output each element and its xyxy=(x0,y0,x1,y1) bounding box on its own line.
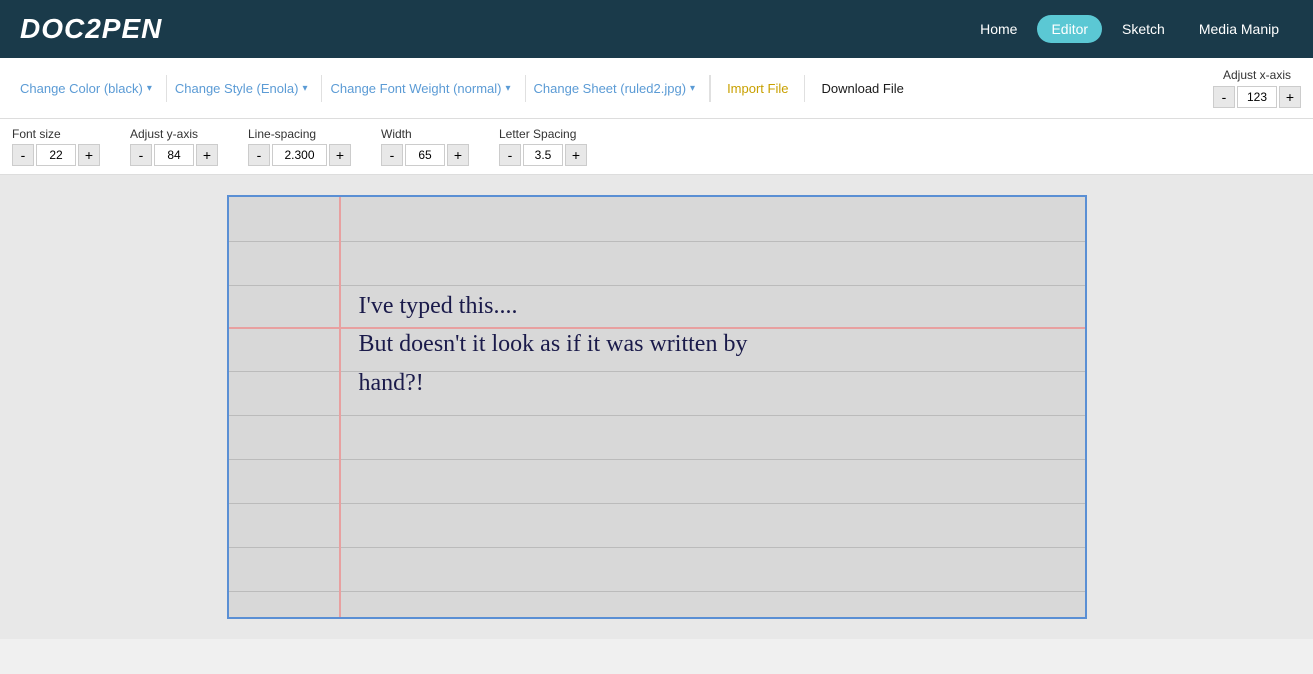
ruled-line-8 xyxy=(229,591,1085,592)
ruled-line-7 xyxy=(229,547,1085,548)
letter-spacing-stepper: - + xyxy=(499,144,587,166)
width-input[interactable] xyxy=(405,144,445,166)
ruled-line-2 xyxy=(229,285,1085,286)
font-size-plus-button[interactable]: + xyxy=(78,144,100,166)
line-spacing-stepper: - + xyxy=(248,144,351,166)
y-axis-label: Adjust y-axis xyxy=(130,127,198,141)
download-file-button[interactable]: Download File xyxy=(804,75,919,102)
nav-home[interactable]: Home xyxy=(966,15,1031,43)
ruled-line-4 xyxy=(229,415,1085,416)
letter-spacing-plus-button[interactable]: + xyxy=(565,144,587,166)
font-size-minus-button[interactable]: - xyxy=(12,144,34,166)
x-axis-stepper: - + xyxy=(1213,86,1301,108)
width-plus-button[interactable]: + xyxy=(447,144,469,166)
adjust-x-axis-group: Adjust x-axis - + xyxy=(1213,68,1301,108)
y-axis-minus-button[interactable]: - xyxy=(130,144,152,166)
nav-sketch[interactable]: Sketch xyxy=(1108,15,1179,43)
document-frame: I've typed this.... But doesn't it look … xyxy=(227,195,1087,619)
line-spacing-minus-button[interactable]: - xyxy=(248,144,270,166)
x-axis-input[interactable] xyxy=(1237,86,1277,108)
ruled-line-1 xyxy=(229,241,1085,242)
change-color-dropdown[interactable]: Change Color (black) xyxy=(12,75,167,102)
hw-line3: hand?! xyxy=(359,364,748,402)
handwritten-text: I've typed this.... But doesn't it look … xyxy=(359,287,748,402)
line-spacing-group: Line-spacing - + xyxy=(248,127,351,166)
nav-media-manip[interactable]: Media Manip xyxy=(1185,15,1293,43)
nav-links: Home Editor Sketch Media Manip xyxy=(966,15,1293,43)
app-logo: DOC2PEN xyxy=(20,13,162,45)
hw-line2: But doesn't it look as if it was written… xyxy=(359,325,748,363)
line-spacing-input[interactable] xyxy=(272,144,327,166)
font-size-label: Font size xyxy=(12,127,61,141)
x-axis-plus-button[interactable]: + xyxy=(1279,86,1301,108)
margin-line xyxy=(339,197,341,617)
nav-editor[interactable]: Editor xyxy=(1037,15,1102,43)
line-spacing-plus-button[interactable]: + xyxy=(329,144,351,166)
font-size-stepper: - + xyxy=(12,144,100,166)
canvas-area: I've typed this.... But doesn't it look … xyxy=(0,175,1313,639)
y-axis-plus-button[interactable]: + xyxy=(196,144,218,166)
navbar: DOC2PEN Home Editor Sketch Media Manip xyxy=(0,0,1313,58)
toolbar-row2: Font size - + Adjust y-axis - + Line-spa… xyxy=(0,119,1313,175)
width-minus-button[interactable]: - xyxy=(381,144,403,166)
font-size-group: Font size - + xyxy=(12,127,100,166)
toolbar-row1: Change Color (black) Change Style (Enola… xyxy=(0,58,1313,119)
change-style-dropdown[interactable]: Change Style (Enola) xyxy=(167,75,323,102)
letter-spacing-label: Letter Spacing xyxy=(499,127,576,141)
change-font-weight-dropdown[interactable]: Change Font Weight (normal) xyxy=(322,75,525,102)
ruled-line-6 xyxy=(229,503,1085,504)
y-axis-stepper: - + xyxy=(130,144,218,166)
letter-spacing-input[interactable] xyxy=(523,144,563,166)
x-axis-minus-button[interactable]: - xyxy=(1213,86,1235,108)
letter-spacing-minus-button[interactable]: - xyxy=(499,144,521,166)
width-stepper: - + xyxy=(381,144,469,166)
import-file-button[interactable]: Import File xyxy=(710,75,804,102)
letter-spacing-group: Letter Spacing - + xyxy=(499,127,587,166)
adjust-x-axis-label: Adjust x-axis xyxy=(1223,68,1291,82)
width-group: Width - + xyxy=(381,127,469,166)
width-label: Width xyxy=(381,127,412,141)
y-axis-input[interactable] xyxy=(154,144,194,166)
font-size-input[interactable] xyxy=(36,144,76,166)
line-spacing-label: Line-spacing xyxy=(248,127,316,141)
change-sheet-dropdown[interactable]: Change Sheet (ruled2.jpg) xyxy=(526,75,711,102)
y-axis-group: Adjust y-axis - + xyxy=(130,127,218,166)
ruled-paper: I've typed this.... But doesn't it look … xyxy=(229,197,1085,617)
ruled-line-5 xyxy=(229,459,1085,460)
hw-line1: I've typed this.... xyxy=(359,287,748,325)
